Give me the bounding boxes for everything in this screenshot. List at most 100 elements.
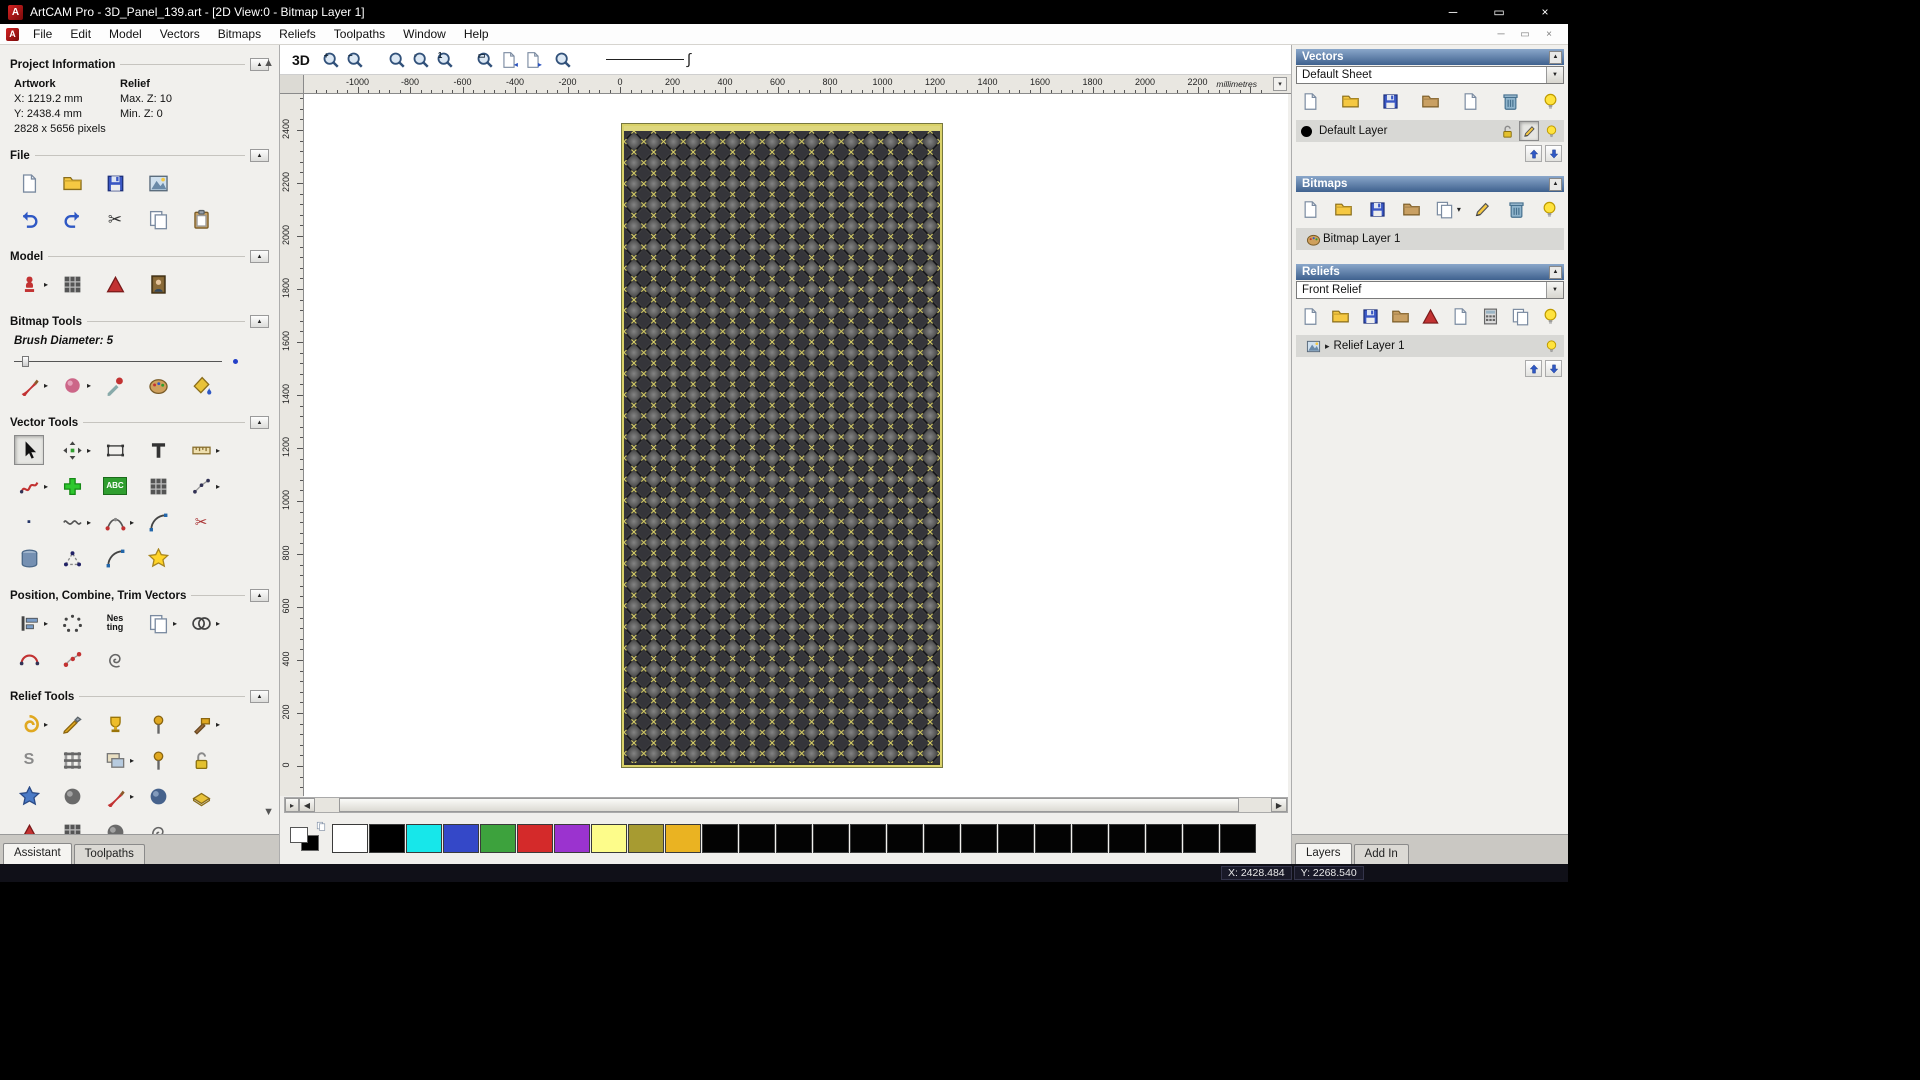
palette-swatch-5[interactable] <box>517 824 553 853</box>
open-layer-icon[interactable] <box>1332 197 1356 221</box>
bezier-editing-flyout-icon[interactable]: ▸ <box>130 518 134 527</box>
bezier-editing-icon[interactable] <box>100 507 130 537</box>
toggle-3d-view-button[interactable]: 3D <box>292 52 310 68</box>
create-star-icon[interactable] <box>143 543 173 573</box>
sculpting-icon[interactable] <box>100 269 130 299</box>
menu-edit[interactable]: Edit <box>61 25 100 43</box>
palette-swatch-17[interactable] <box>961 824 997 853</box>
palette-swatch-14[interactable] <box>850 824 886 853</box>
pick-colour-icon[interactable] <box>100 370 130 400</box>
paste-along-curve-icon[interactable] <box>57 644 87 674</box>
palette-swatch-12[interactable] <box>776 824 812 853</box>
cut-icon[interactable]: ✂ <box>100 204 130 234</box>
scroll-right-icon[interactable]: ▶ <box>1271 798 1287 812</box>
horizontal-scrollbar[interactable]: ▸ ◀ ▶ <box>284 797 1288 813</box>
minimize-button[interactable]: ─ <box>1494 29 1508 40</box>
paint-relief-icon[interactable] <box>100 781 130 811</box>
create-text-icon[interactable] <box>143 435 173 465</box>
collapse-section-icon[interactable]: ▲ <box>250 149 269 162</box>
paint-selective-icon[interactable] <box>57 370 87 400</box>
copy-icon[interactable] <box>143 204 173 234</box>
move-down-icon[interactable] <box>1545 145 1562 162</box>
zoom-last-icon[interactable] <box>386 49 408 71</box>
tab-layers[interactable]: Layers <box>1295 843 1352 864</box>
create-polyline-flyout-icon[interactable]: ▸ <box>216 482 220 491</box>
maximize-button[interactable]: ▭ <box>1476 0 1522 24</box>
chevron-down-icon[interactable]: ▼ <box>1546 67 1563 83</box>
create-rectangle-icon[interactable] <box>100 435 130 465</box>
new-layer-icon[interactable] <box>1298 89 1322 113</box>
zoom-in-icon[interactable]: + <box>320 49 342 71</box>
new-model-icon[interactable] <box>14 168 44 198</box>
smooth-relief-icon[interactable] <box>14 709 44 739</box>
layer-name[interactable]: Bitmap Layer 1 <box>1323 233 1561 245</box>
redo-icon[interactable] <box>57 204 87 234</box>
relief-selector[interactable]: Front Relief ▼ <box>1296 281 1564 299</box>
relief-layers-icon[interactable] <box>100 745 130 775</box>
layer-name[interactable]: Default Layer <box>1319 125 1495 137</box>
transfer-relief-icon[interactable] <box>1448 304 1472 328</box>
scroll-down-icon[interactable]: ▼ <box>263 806 274 818</box>
palette-swatch-3[interactable] <box>443 824 479 853</box>
palette-swatch-9[interactable] <box>665 824 701 853</box>
palette-swatch-21[interactable] <box>1109 824 1145 853</box>
menu-toolpaths[interactable]: Toolpaths <box>325 25 394 43</box>
visibility-all-icon[interactable] <box>1538 197 1562 221</box>
zoom-out-icon[interactable]: − <box>344 49 366 71</box>
palette-swatch-10[interactable] <box>702 824 738 853</box>
select-vectors-icon[interactable] <box>14 435 44 465</box>
collapse-section-icon[interactable]: ▲ <box>250 690 269 703</box>
pin-relief-icon[interactable] <box>143 745 173 775</box>
paste-icon[interactable] <box>186 204 216 234</box>
view-prev-icon[interactable]: ◂ <box>498 49 520 71</box>
primary-colour[interactable] <box>290 827 308 843</box>
palette-swatch-6[interactable] <box>554 824 590 853</box>
move-down-icon[interactable] <box>1545 360 1562 377</box>
scrollbar-thumb[interactable] <box>339 798 1239 812</box>
tab-assistant[interactable]: Assistant <box>3 843 72 864</box>
circular-copy-icon[interactable] <box>57 608 87 638</box>
layer-name[interactable]: Relief Layer 1 <box>1334 340 1539 352</box>
undo-icon[interactable] <box>14 204 44 234</box>
weld-vectors-flyout-icon[interactable]: ▸ <box>216 619 220 628</box>
delete-layer-icon[interactable] <box>1498 89 1522 113</box>
menu-file[interactable]: File <box>24 25 61 43</box>
sheet-selector[interactable]: Default Sheet ▼ <box>1296 66 1564 84</box>
edit-layer-icon[interactable] <box>1519 121 1539 141</box>
paint-flyout-icon[interactable]: ▸ <box>44 381 48 390</box>
weld-vectors-icon[interactable] <box>186 608 216 638</box>
fit-arc-icon[interactable] <box>57 507 87 537</box>
zoom-box-icon[interactable]: ▫ <box>410 49 432 71</box>
spiral-tool-icon[interactable] <box>100 644 130 674</box>
set-model-size-flyout-icon[interactable]: ▸ <box>44 280 48 289</box>
save-model-icon[interactable] <box>100 168 130 198</box>
zoom-fit-icon[interactable]: ▭ <box>474 49 496 71</box>
pane-splitter-icon[interactable]: ▸ <box>285 798 299 812</box>
import-layer-icon[interactable] <box>1399 197 1423 221</box>
merge-layers-icon[interactable] <box>1433 197 1457 221</box>
texture-relief-icon[interactable] <box>143 709 173 739</box>
delete-relief-red-icon[interactable] <box>1418 304 1442 328</box>
lock-relief-icon[interactable] <box>186 745 216 775</box>
save-layer-icon[interactable] <box>1358 304 1382 328</box>
import-layer-icon[interactable] <box>1388 304 1412 328</box>
brush-diameter-slider[interactable] <box>14 355 238 367</box>
block-copy-flyout-icon[interactable]: ▸ <box>173 619 177 628</box>
node-cut-icon[interactable]: ✂ <box>186 507 216 537</box>
new-layer-icon[interactable] <box>1298 197 1322 221</box>
open-layer-icon[interactable] <box>1328 304 1352 328</box>
palette-swatch-11[interactable] <box>739 824 775 853</box>
transform-vectors-flyout-icon[interactable]: ▸ <box>87 446 91 455</box>
menu-window[interactable]: Window <box>394 25 455 43</box>
collapse-section-icon[interactable]: ▲ <box>250 416 269 429</box>
freehand-draw-icon[interactable] <box>57 543 87 573</box>
sculpt-relief-icon[interactable] <box>57 709 87 739</box>
current-colours-swatch[interactable] <box>288 824 328 855</box>
palette-swatch-20[interactable] <box>1072 824 1108 853</box>
align-vectors-icon[interactable] <box>14 608 44 638</box>
ruler-menu-icon[interactable]: ▾ <box>1273 77 1287 91</box>
palette-swatch-0[interactable] <box>332 824 368 853</box>
open-layer-icon[interactable] <box>1338 89 1362 113</box>
sculpt-3d-icon[interactable] <box>143 781 173 811</box>
new-sheet-icon[interactable] <box>1458 89 1482 113</box>
